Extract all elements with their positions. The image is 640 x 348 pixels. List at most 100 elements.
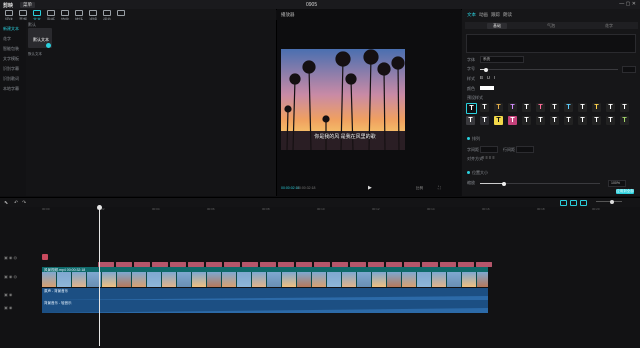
adjust-icon	[103, 10, 111, 16]
preset-label: 预设样式	[467, 95, 483, 100]
tool-audio[interactable]: 音频	[16, 10, 30, 22]
redo-icon[interactable]: ↷	[22, 200, 26, 206]
tab-animation[interactable]: 动画	[479, 12, 488, 18]
tool-filter[interactable]: 滤镜	[86, 10, 100, 22]
ratio-button[interactable]: 比例	[416, 186, 423, 191]
style-preset-6[interactable]: T	[550, 103, 559, 112]
link-toggle[interactable]	[570, 200, 577, 206]
video-frame	[117, 272, 132, 287]
style-preset-14[interactable]: T	[494, 116, 503, 125]
text-icon	[33, 10, 41, 16]
style-preset-13[interactable]: T	[480, 116, 489, 125]
sticker-clip[interactable]	[42, 254, 48, 260]
font-label: 字体	[467, 57, 475, 62]
style-preset-4[interactable]: T	[522, 103, 531, 112]
video-frame	[312, 272, 327, 287]
style-preset-11[interactable]: T	[620, 103, 629, 112]
magnet-toggle[interactable]	[560, 200, 567, 206]
sidebar-item-smart-pack[interactable]: 智能包装	[3, 46, 19, 52]
playhead[interactable]	[99, 206, 100, 346]
video-clip[interactable]: 风景视频.mp4 00:00:32:18	[42, 267, 488, 287]
template-icon	[117, 10, 125, 16]
line-spacing-label: 行间距	[503, 147, 515, 152]
position-toggle-icon[interactable]	[467, 171, 470, 174]
style-preset-2[interactable]: T	[494, 103, 503, 112]
sidebar-item-text-template[interactable]: 文字模板	[3, 56, 19, 62]
ruler-tick: 00:08	[262, 207, 270, 211]
video-frame	[72, 272, 87, 287]
bold-italic-underline-buttons[interactable]: B U I	[480, 75, 495, 80]
video-frame	[387, 272, 402, 287]
video-frame	[162, 272, 177, 287]
thumbnail-caption: 默认文本	[28, 52, 42, 56]
video-frame	[42, 272, 57, 287]
style-preset-18[interactable]: T	[550, 116, 559, 125]
spacing-input[interactable]	[480, 146, 498, 153]
font-select[interactable]: 系统	[480, 56, 524, 63]
fullscreen-icon[interactable]: ⛶	[438, 185, 441, 190]
style-preset-20[interactable]: T	[578, 116, 587, 125]
add-icon[interactable]	[46, 43, 51, 48]
play-button[interactable]: ▶	[368, 185, 372, 191]
sidebar-item-local-subtitle[interactable]: 本地字幕	[3, 86, 19, 92]
tool-template[interactable]	[114, 10, 128, 20]
style-preset-12[interactable]: T	[466, 116, 475, 125]
tool-media[interactable]: 媒体	[2, 10, 16, 22]
color-swatch[interactable]	[480, 86, 494, 90]
style-preset-10[interactable]: T	[606, 103, 615, 112]
video-frame	[222, 272, 237, 287]
style-preset-8[interactable]: T	[578, 103, 587, 112]
style-preset-3[interactable]: T	[508, 103, 517, 112]
select-tool-icon[interactable]: ⬉	[4, 200, 8, 206]
tab-read[interactable]: 朗读	[503, 12, 512, 18]
style-preset-9[interactable]: T	[592, 103, 601, 112]
position-label: 位置大小	[472, 170, 488, 175]
style-preset-17[interactable]: T	[536, 116, 545, 125]
size-input[interactable]	[622, 66, 636, 73]
tool-effects[interactable]: 特效	[58, 10, 72, 22]
tool-transition[interactable]: 转场	[72, 10, 86, 22]
sidebar-item-lyrics[interactable]: 识别歌词	[3, 76, 19, 82]
style-preset-19[interactable]: T	[564, 116, 573, 125]
tool-text[interactable]: 文本	[30, 10, 44, 22]
subtab-flower[interactable]: 花字	[605, 23, 613, 29]
style-preset-1[interactable]: T	[480, 103, 489, 112]
undo-icon[interactable]: ↶	[14, 200, 18, 206]
sidebar-item-flower-text[interactable]: 花字	[3, 36, 11, 42]
text-content-input[interactable]	[466, 34, 636, 53]
tool-sticker[interactable]: 贴纸	[44, 10, 58, 22]
style-preset-15[interactable]: T	[508, 116, 517, 125]
style-preset-22[interactable]: T	[606, 116, 615, 125]
scale-input[interactable]: 100%	[608, 180, 626, 187]
style-preset-16[interactable]: T	[522, 116, 531, 125]
audio-clip-2[interactable]: 背景音乐 - 轻音乐	[42, 300, 488, 313]
style-preset-7[interactable]: T	[564, 103, 573, 112]
tool-adjust[interactable]: 调节	[100, 10, 114, 22]
scale-slider[interactable]	[480, 181, 600, 186]
preview-axis-toggle[interactable]	[580, 200, 587, 206]
playhead-handle[interactable]	[97, 205, 102, 210]
layout-toggle-icon[interactable]	[467, 137, 470, 140]
sidebar-item-subtitle[interactable]: 识别字幕	[3, 66, 19, 72]
video-caption: 你是我的风 是我在风里的歌	[314, 134, 376, 140]
style-preset-21[interactable]: T	[592, 116, 601, 125]
timeline-ruler[interactable]: 00:0000:0200:0400:0600:0800:1000:1200:14…	[42, 207, 640, 212]
video-frame	[372, 272, 387, 287]
size-slider[interactable]	[480, 67, 618, 72]
zoom-slider[interactable]	[596, 199, 622, 204]
align-buttons[interactable]: ≡ ≡ ≡ ≡	[482, 155, 495, 160]
subtab-bubble[interactable]: 气泡	[547, 23, 555, 29]
audio-clip-1[interactable]: 原声 - 背景音乐	[42, 288, 488, 300]
transition-icon	[75, 10, 83, 16]
style-preset-0[interactable]: T	[466, 103, 477, 114]
menu-button[interactable]: 菜单	[20, 1, 35, 8]
tab-tracking[interactable]: 跟踪	[491, 12, 500, 18]
style-preset-23[interactable]: T	[620, 116, 629, 125]
style-preset-5[interactable]: T	[536, 103, 545, 112]
line-spacing-input[interactable]	[516, 146, 534, 153]
window-controls[interactable]: — ▢ ✕	[619, 1, 636, 7]
subtab-basic[interactable]: 基础	[487, 23, 507, 29]
apply-all-button[interactable]: 应用到全部	[616, 189, 634, 194]
tab-text[interactable]: 文本	[467, 12, 476, 18]
sidebar-item-new-text[interactable]: 新建文本	[3, 26, 19, 32]
